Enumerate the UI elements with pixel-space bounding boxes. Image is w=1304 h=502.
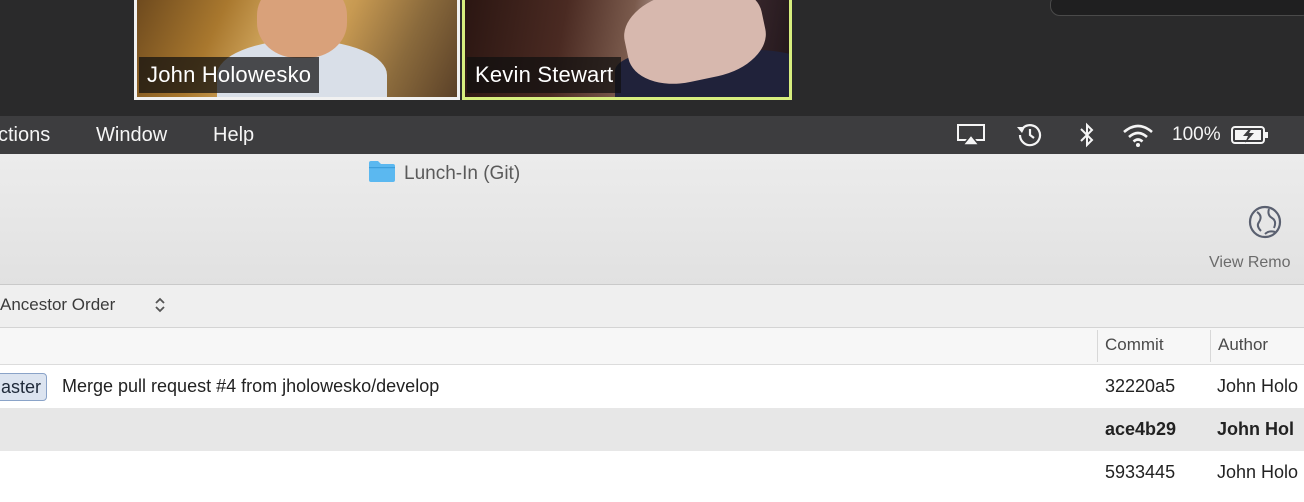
commit-author: John Hol [1217,419,1294,439]
history-column-header: Commit Author [0,328,1304,365]
zoom-video-strip: John Holowesko Kevin Stewart [0,0,1304,116]
globe-icon [1247,204,1283,245]
ordering-bar: Ancestor Order [0,285,1304,328]
menu-bar: ctions Window Help 100% [0,116,1304,154]
video-tile-kevin[interactable]: Kevin Stewart [462,0,792,100]
floating-panel-edge [1050,0,1304,16]
participant-name-tag: John Holowesko [139,57,320,93]
column-header-author[interactable]: Author [1218,328,1268,362]
menu-item-window[interactable]: Window [96,116,167,154]
commit-message: Merge pull request #4 from jholowesko/de… [62,376,440,396]
participant-name-tag: Kevin Stewart [467,57,622,93]
commit-hash: 32220a5 [1105,376,1176,396]
folder-icon [368,159,396,189]
menu-item-actions[interactable]: ctions [0,116,50,154]
table-row[interactable]: aster Merge pull request #4 from jholowe… [0,365,1304,408]
commit-hash: ace4b29 [1105,419,1177,439]
table-row[interactable]: ace4b29 John Hol [0,408,1304,451]
video-tile-john[interactable]: John Holowesko [134,0,460,100]
view-remote-label: View Remo [1209,254,1291,271]
airplay-icon[interactable] [955,121,987,149]
battery-icon[interactable] [1230,121,1270,149]
time-machine-icon[interactable] [1013,121,1047,149]
branch-badge[interactable]: aster [0,373,48,401]
commit-author: John Holo [1217,462,1299,482]
battery-percent: 100% [1172,124,1221,145]
menu-item-help[interactable]: Help [213,116,254,154]
ordering-select[interactable]: Ancestor Order [0,285,115,325]
wifi-icon[interactable] [1120,121,1156,149]
window-titlebar: Lunch-In (Git) View Remo [0,154,1304,285]
commit-hash: 5933445 [1105,462,1176,482]
window-title: Lunch-In (Git) [368,159,521,189]
column-header-commit[interactable]: Commit [1105,328,1164,362]
view-remote-button[interactable]: View Remo [1205,204,1304,274]
window-title-text: Lunch-In (Git) [404,163,521,184]
chevron-updown-icon[interactable] [153,295,167,315]
column-divider[interactable] [1097,330,1098,362]
column-divider[interactable] [1210,330,1211,362]
table-row[interactable]: 5933445 John Holo [0,451,1304,494]
bluetooth-icon[interactable] [1076,121,1098,149]
commit-author: John Holо [1217,376,1299,396]
